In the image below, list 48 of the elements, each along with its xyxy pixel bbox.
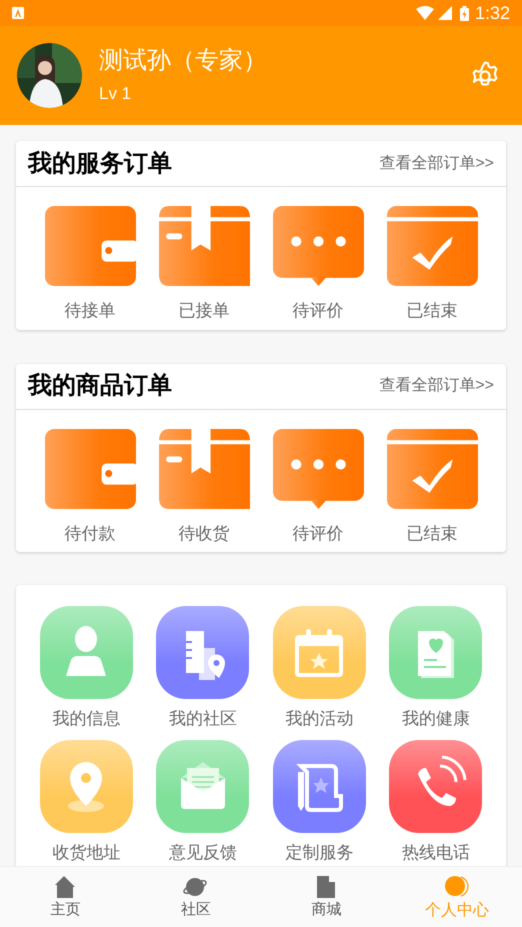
- checkmark-icon: [386, 206, 478, 286]
- box-icon: [158, 206, 250, 286]
- profile-circle-icon: [444, 874, 470, 898]
- box-icon: [158, 428, 250, 508]
- home-icon: [52, 874, 78, 900]
- order-status-label: 待接单: [64, 300, 116, 322]
- shortcut-label: 收货地址: [52, 842, 120, 864]
- section-title: 我的商品订单: [28, 371, 172, 401]
- nav-tab[interactable]: 社区: [130, 867, 261, 927]
- shortcut-button[interactable]: [156, 740, 250, 832]
- signal-icon: [438, 6, 452, 20]
- shortcut-label: 我的社区: [168, 708, 237, 730]
- wallet-icon: [44, 206, 136, 286]
- shortcut-button[interactable]: [389, 740, 482, 832]
- chat-icon: [272, 428, 364, 508]
- shortcut-button[interactable]: [272, 606, 366, 699]
- shortcut-button[interactable]: [40, 740, 133, 832]
- order-status-label: 待付款: [64, 522, 116, 544]
- shortcut-label: 我的活动: [285, 708, 354, 730]
- shortcut-button[interactable]: [389, 606, 482, 699]
- order-status-label: 已接单: [178, 300, 230, 322]
- wallet-icon: [44, 428, 136, 508]
- battery-icon: [460, 6, 469, 20]
- order-status-label: 待评价: [292, 300, 344, 322]
- order-status-label: 待评价: [292, 522, 344, 544]
- user-level: Lv 1: [99, 82, 132, 105]
- order-status-label: 已结束: [406, 300, 458, 322]
- nav-tab[interactable]: 主页: [0, 867, 130, 927]
- shortcut-label: 热线电话: [402, 842, 470, 864]
- notification-icon: [12, 7, 24, 19]
- order-status-label: 已结束: [406, 522, 458, 544]
- section-title: 我的服务订单: [28, 148, 172, 178]
- shortcut-button[interactable]: [272, 740, 366, 832]
- status-time: 1:32: [474, 2, 510, 24]
- view-all-link[interactable]: 查看全部订单>>: [379, 374, 494, 398]
- nav-tab[interactable]: 商城: [261, 867, 392, 927]
- user-name: 测试孙（专家）: [99, 46, 268, 76]
- shortcut-label: 意见反馈: [168, 842, 237, 864]
- checkmark-icon: [386, 428, 478, 508]
- order-status-label: 待收货: [178, 522, 230, 544]
- view-all-link[interactable]: 查看全部订单>>: [379, 152, 494, 176]
- shortcut-button[interactable]: [156, 606, 250, 699]
- wifi-icon: [416, 6, 434, 20]
- shortcut-label: 我的信息: [52, 708, 120, 730]
- shortcut-button[interactable]: [40, 606, 133, 699]
- shortcut-label: 定制服务: [285, 842, 354, 864]
- chat-icon: [272, 206, 364, 286]
- shortcut-label: 我的健康: [402, 708, 470, 730]
